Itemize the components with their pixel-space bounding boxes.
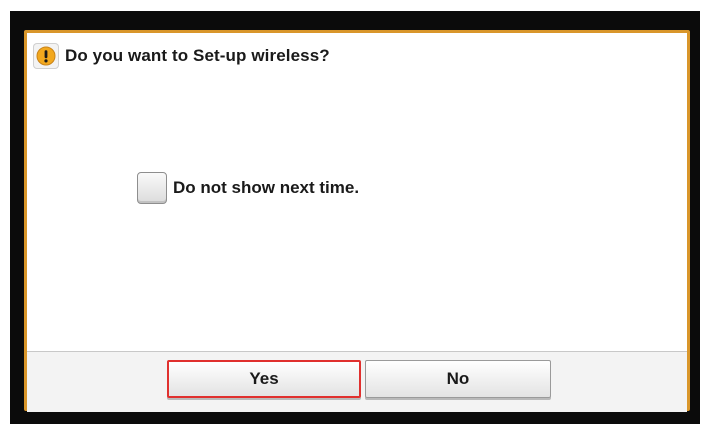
do-not-show-label[interactable]: Do not show next time. — [173, 178, 359, 198]
warning-icon — [33, 43, 59, 69]
dialog-title: Do you want to Set-up wireless? — [65, 46, 330, 65]
dialog-footer: Yes No — [27, 351, 687, 412]
do-not-show-row: Do not show next time. — [137, 172, 359, 204]
no-button[interactable]: No — [365, 360, 551, 398]
dialog-body: Do you want to Set-up wireless? Do not s… — [27, 33, 687, 351]
wireless-setup-dialog: Do you want to Set-up wireless? Do not s… — [24, 30, 690, 412]
do-not-show-checkbox[interactable] — [137, 172, 167, 204]
yes-button[interactable]: Yes — [167, 360, 361, 398]
panel-screen: Do you want to Set-up wireless? Do not s… — [0, 0, 707, 432]
dialog-header: Do you want to Set-up wireless? — [33, 43, 330, 69]
